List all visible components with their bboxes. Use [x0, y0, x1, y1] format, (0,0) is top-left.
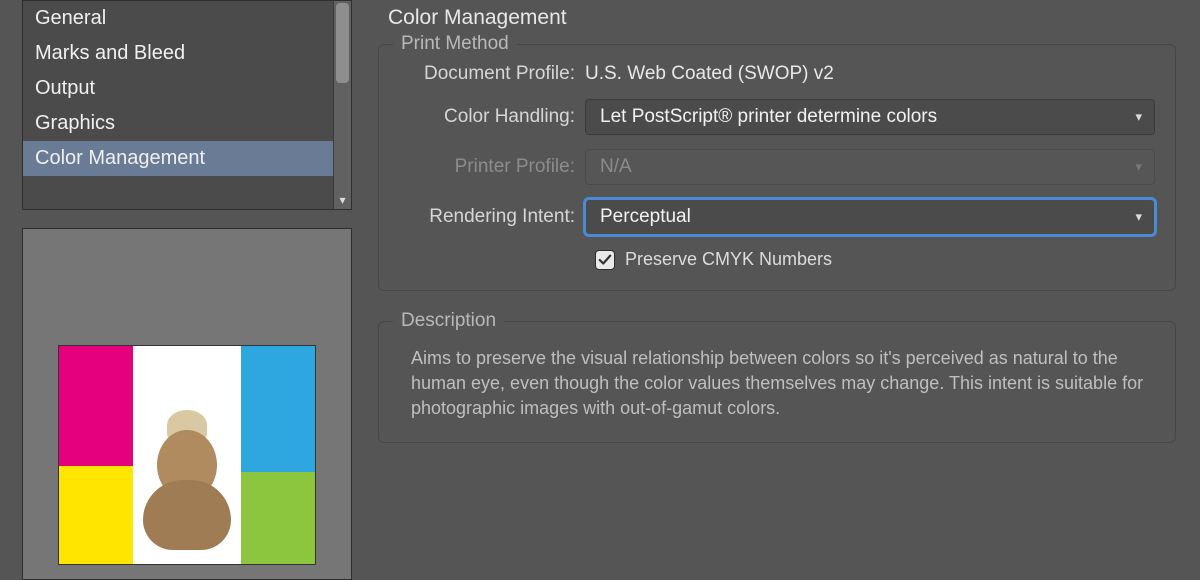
rendering-intent-label: Rendering Intent: — [399, 206, 585, 228]
printer-profile-value: N/A — [600, 156, 632, 178]
chevron-down-icon: ▾ — [1135, 159, 1142, 175]
sidebar-item-output[interactable]: Output — [23, 71, 351, 106]
rendering-intent-select[interactable]: Perceptual ▾ — [585, 199, 1155, 235]
swatch-yellow — [59, 466, 133, 565]
document-profile-value: U.S. Web Coated (SWOP) v2 — [585, 63, 834, 85]
preserve-cmyk-checkbox[interactable] — [595, 250, 615, 270]
preview-canvas — [58, 345, 316, 565]
sidebar-item-graphics[interactable]: Graphics — [23, 106, 351, 141]
chevron-down-icon: ▾ — [339, 193, 345, 207]
chevron-down-icon: ▾ — [1135, 209, 1142, 225]
color-handling-value: Let PostScript® printer determine colors — [600, 106, 937, 128]
nav-scroll-thumb[interactable] — [336, 3, 349, 83]
printer-profile-select: N/A ▾ — [585, 149, 1155, 185]
print-method-legend: Print Method — [393, 33, 517, 55]
sidebar-item-marks-bleed[interactable]: Marks and Bleed — [23, 36, 351, 71]
description-legend: Description — [393, 310, 504, 332]
sidebar-item-general[interactable]: General — [23, 1, 351, 36]
chevron-down-icon: ▾ — [1135, 109, 1142, 125]
swatch-green — [241, 472, 315, 565]
nav-scrollbar[interactable]: ▾ — [333, 1, 351, 209]
nav-scroll-down[interactable]: ▾ — [334, 191, 351, 209]
sidebar-item-color-management[interactable]: Color Management — [23, 141, 351, 176]
print-preview-panel — [22, 228, 352, 580]
settings-nav-list: General Marks and Bleed Output Graphics … — [22, 0, 352, 210]
preview-image — [133, 386, 241, 550]
description-text: Aims to preserve the visual relationship… — [411, 346, 1151, 422]
swatch-magenta — [59, 346, 133, 466]
check-icon — [598, 253, 612, 267]
color-handling-label: Color Handling: — [399, 106, 585, 128]
color-handling-select[interactable]: Let PostScript® printer determine colors… — [585, 99, 1155, 135]
document-profile-label: Document Profile: — [399, 63, 585, 85]
rendering-intent-value: Perceptual — [600, 206, 691, 228]
description-group: Description Aims to preserve the visual … — [378, 321, 1176, 443]
preserve-cmyk-label[interactable]: Preserve CMYK Numbers — [625, 249, 832, 270]
swatch-cyan — [241, 346, 315, 472]
printer-profile-label: Printer Profile: — [399, 156, 585, 178]
print-method-group: Print Method Document Profile: U.S. Web … — [378, 44, 1176, 291]
